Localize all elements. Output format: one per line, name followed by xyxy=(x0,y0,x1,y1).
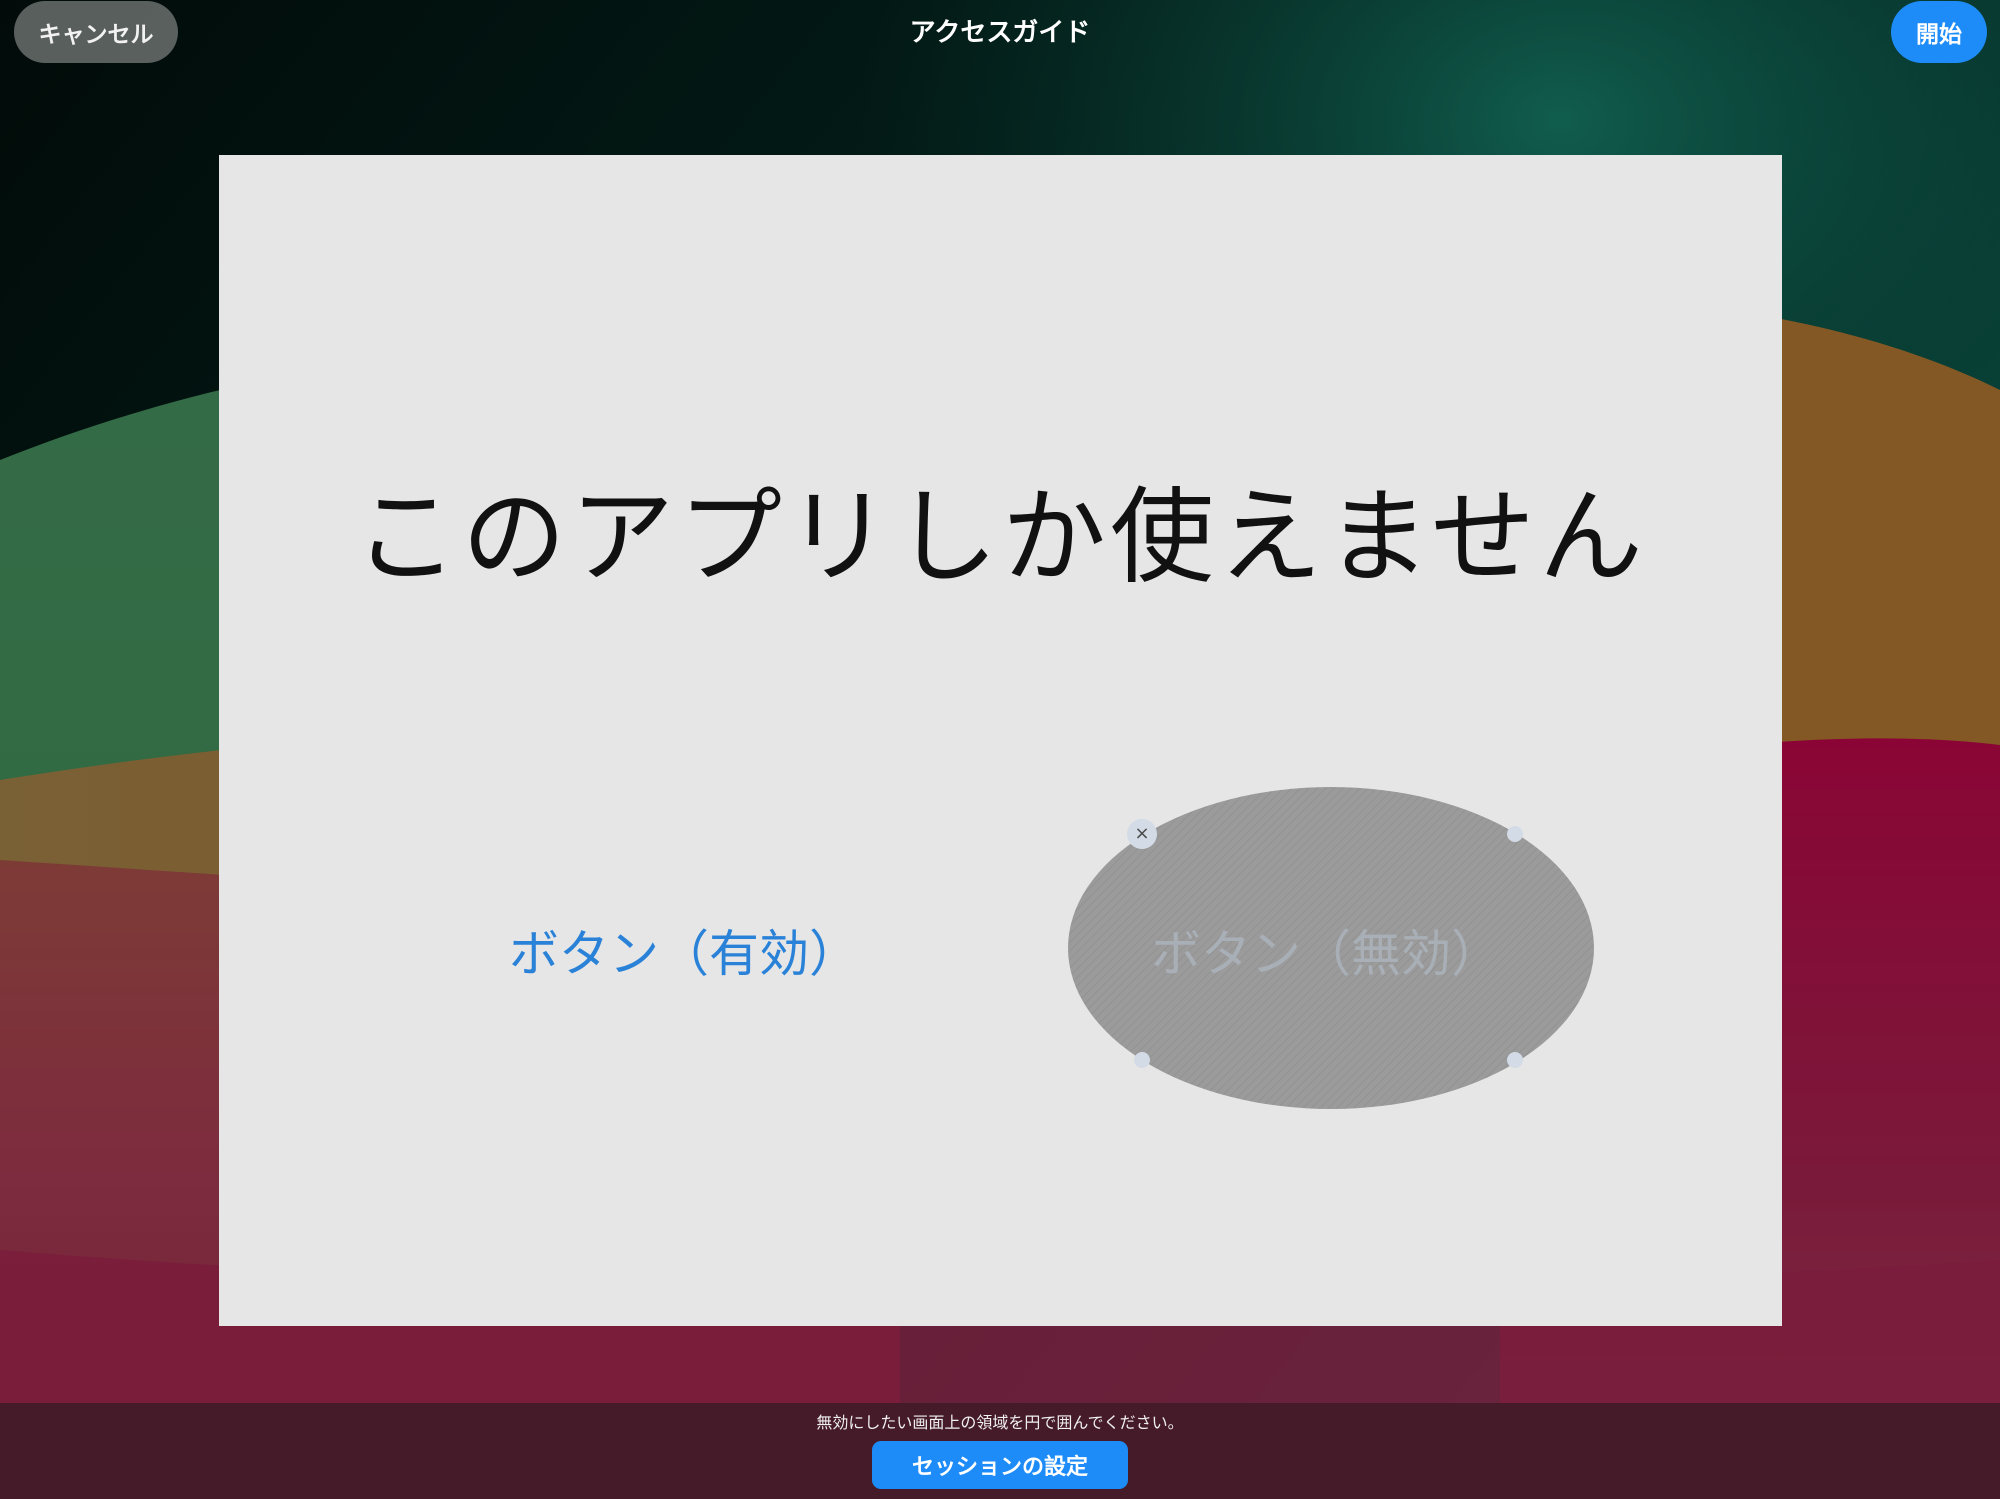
resize-handle-top-right[interactable] xyxy=(1507,826,1523,842)
instruction-text: 無効にしたい画面上の領域を円で囲んでください。 xyxy=(816,1413,1184,1432)
resize-handle-bottom-right[interactable] xyxy=(1507,1052,1523,1068)
start-button[interactable]: 開始 xyxy=(1891,1,1987,63)
session-settings-button[interactable]: セッションの設定 xyxy=(872,1441,1128,1489)
app-preview[interactable]: このアプリしか使えません ボタン（有効） ボタン（無効） × xyxy=(219,155,1782,1326)
cancel-button[interactable]: キャンセル xyxy=(14,1,178,63)
resize-handle-bottom-left[interactable] xyxy=(1134,1052,1150,1068)
close-icon: × xyxy=(1134,823,1150,844)
remove-area-button[interactable]: × xyxy=(1127,819,1157,849)
disabled-button: ボタン（無効） xyxy=(1151,925,1501,983)
disabled-area-overlay xyxy=(1068,787,1594,1109)
